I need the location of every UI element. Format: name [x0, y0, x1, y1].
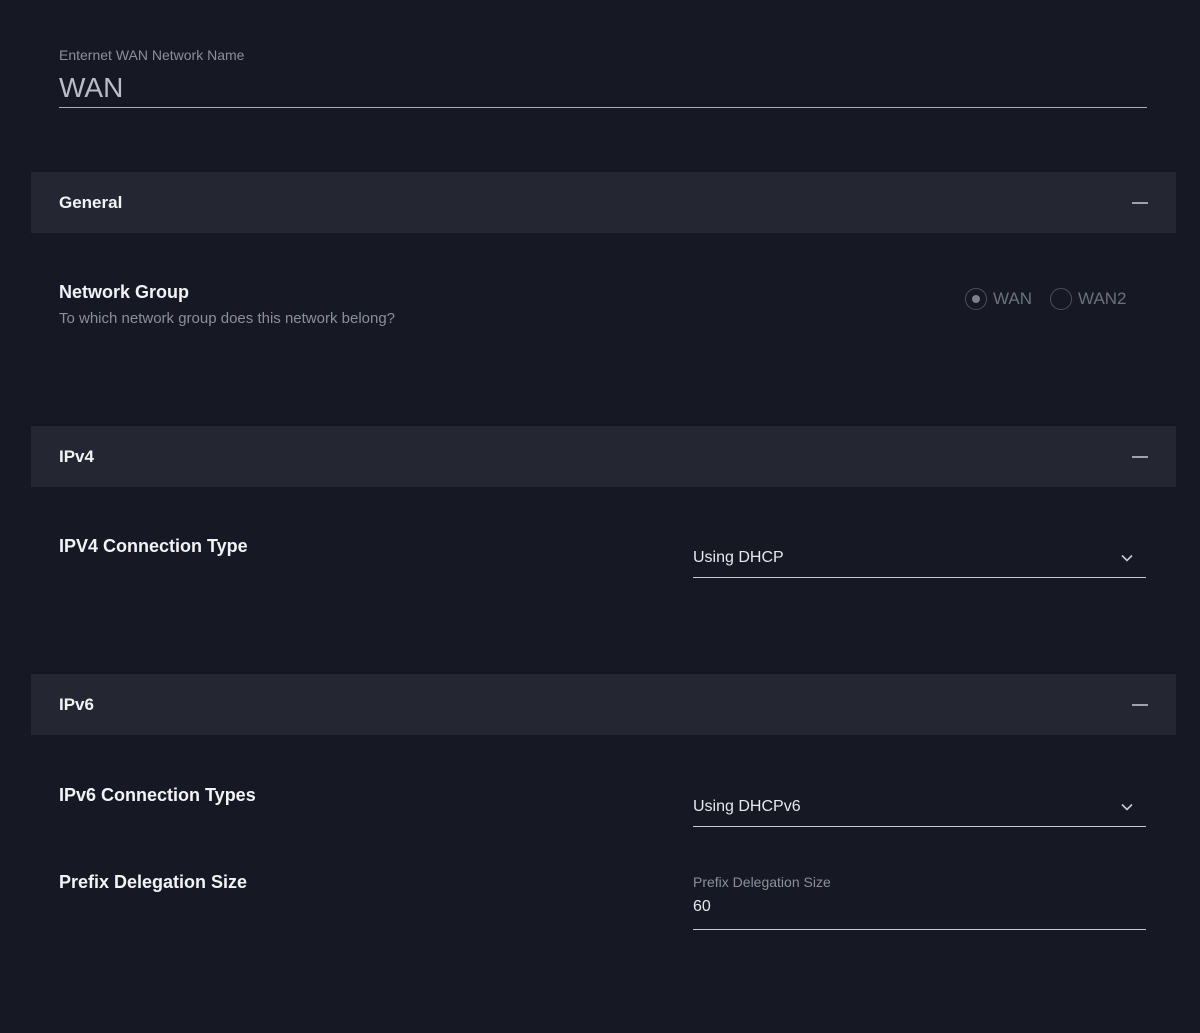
ipv6-connection-types-value: Using DHCPv6 — [693, 797, 801, 815]
radio-label-wan: WAN — [993, 289, 1033, 308]
radio-option-wan[interactable]: WAN — [965, 288, 1032, 310]
ipv6-connection-types-label: IPv6 Connection Types — [59, 785, 256, 805]
prefix-delegation-size-label: Prefix Delegation Size — [59, 872, 248, 892]
chevron-down-icon[interactable] — [1120, 800, 1134, 814]
network-name-field: Enternet WAN Network Name — [59, 44, 1147, 108]
network-group-radio-group: WAN WAN2 — [965, 288, 1127, 310]
prefix-delegation-size-field: Prefix Delegation Size — [693, 872, 1146, 930]
section-title-ipv4: IPv4 — [59, 446, 94, 466]
ipv4-connection-type-value: Using DHCP — [693, 548, 784, 566]
ipv4-connection-type-label: IPV4 Connection Type — [59, 536, 248, 556]
ipv4-connection-type-select[interactable]: Using DHCP — [693, 538, 1146, 578]
section-header-ipv6[interactable]: IPv6 — [31, 674, 1176, 735]
section-header-ipv4[interactable]: IPv4 — [31, 426, 1176, 487]
minus-icon[interactable] — [1132, 201, 1148, 204]
prefix-delegation-size-input[interactable] — [693, 894, 1146, 930]
radio-unselected-icon[interactable] — [1050, 288, 1073, 310]
minus-icon[interactable] — [1132, 455, 1148, 458]
network-name-input[interactable] — [59, 74, 1147, 108]
minus-icon[interactable] — [1132, 703, 1148, 706]
network-group-label: Network Group — [59, 282, 190, 302]
section-title-general: General — [59, 192, 123, 212]
section-title-ipv6: IPv6 — [59, 694, 94, 714]
section-header-general[interactable]: General — [31, 172, 1176, 233]
wan-network-settings-page: Enternet WAN Network Name General Networ… — [0, 0, 1200, 1033]
prefix-delegation-size-field-label: Prefix Delegation Size — [693, 874, 831, 890]
radio-selected-icon[interactable] — [965, 288, 987, 310]
network-group-description: To which network group does this network… — [59, 310, 396, 327]
chevron-down-icon[interactable] — [1120, 551, 1134, 565]
ipv6-connection-types-select[interactable]: Using DHCPv6 — [693, 787, 1146, 827]
network-name-label: Enternet WAN Network Name — [59, 47, 245, 63]
radio-option-wan2[interactable]: WAN2 — [1050, 288, 1127, 310]
radio-label-wan2: WAN2 — [1078, 289, 1127, 308]
